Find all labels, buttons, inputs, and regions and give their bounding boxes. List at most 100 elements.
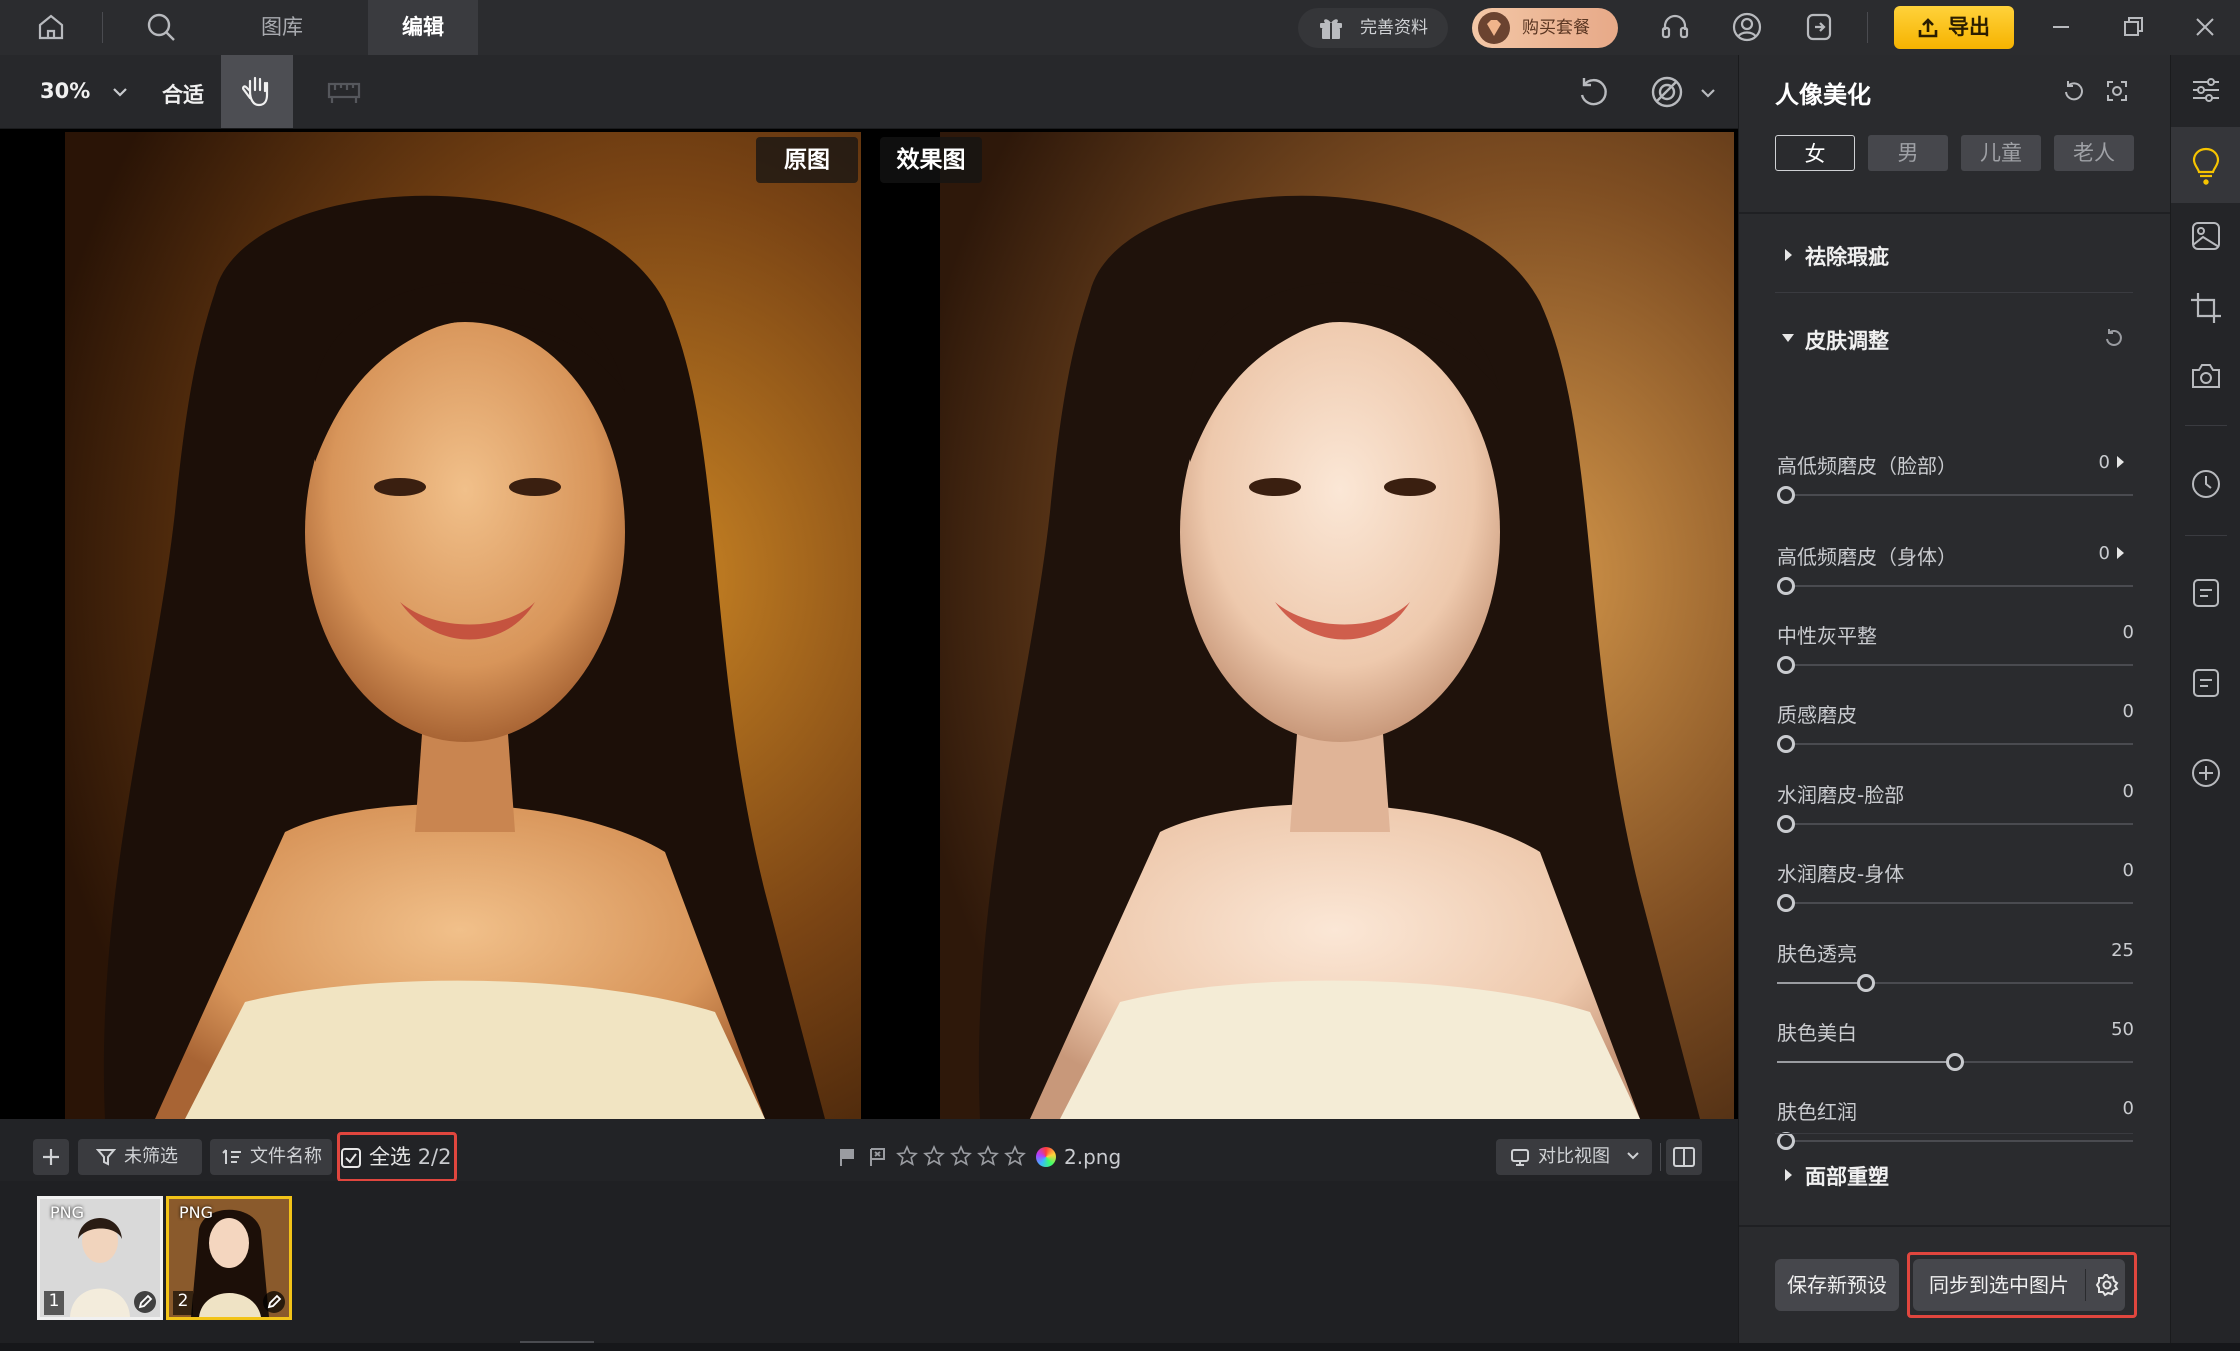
- minimize-icon[interactable]: [2044, 10, 2078, 44]
- slider-track[interactable]: [1777, 486, 2133, 504]
- expand-arrow-icon[interactable]: [2115, 455, 2125, 469]
- history-clock-icon[interactable]: [2189, 467, 2223, 501]
- slider-value[interactable]: 0: [2123, 701, 2134, 722]
- divider: [1660, 1143, 1661, 1171]
- slider-track[interactable]: [1777, 577, 2133, 595]
- buy-plan-button[interactable]: 购买套餐: [1472, 8, 1618, 48]
- reset-icon[interactable]: [2103, 327, 2125, 349]
- overlay-compare-icon[interactable]: [1648, 73, 1686, 111]
- save-preset-button[interactable]: 保存新预设: [1775, 1259, 1899, 1311]
- adjust-sliders-icon[interactable]: [2189, 73, 2223, 107]
- slider-knob[interactable]: [1777, 894, 1795, 912]
- hand-tool-button[interactable]: [221, 55, 293, 128]
- image-canvas[interactable]: 原图 效果图: [0, 129, 1738, 1119]
- add-image-button[interactable]: [33, 1139, 69, 1175]
- home-icon[interactable]: [34, 10, 68, 44]
- thumbnail[interactable]: PNG 1: [37, 1196, 163, 1320]
- portrait-tool-active[interactable]: [2171, 127, 2240, 203]
- slider-track[interactable]: [1777, 1132, 2133, 1150]
- slider-value[interactable]: 0: [2123, 781, 2134, 802]
- child-tab[interactable]: 儿童: [1961, 135, 2041, 171]
- slider-value[interactable]: 0: [2123, 622, 2134, 643]
- elder-tab[interactable]: 老人: [2054, 135, 2134, 171]
- diamond-icon: [1478, 12, 1510, 44]
- face-detect-icon[interactable]: [2105, 79, 2129, 103]
- buy-plan-label: 购买套餐: [1522, 18, 1590, 38]
- camera-icon[interactable]: [2189, 359, 2223, 393]
- highlight-select-all: [337, 1132, 457, 1182]
- thumbnail-format: PNG: [179, 1203, 214, 1222]
- slider-label: 质感磨皮: [1777, 703, 1857, 727]
- star-icon[interactable]: [896, 1145, 918, 1169]
- slider-track[interactable]: [1777, 1053, 2133, 1071]
- slider-knob[interactable]: [1777, 486, 1795, 504]
- view-mode-select[interactable]: 对比视图: [1496, 1139, 1652, 1175]
- star-icon[interactable]: [950, 1145, 972, 1169]
- slider-value[interactable]: 0: [2123, 1098, 2134, 1119]
- star-icon[interactable]: [1004, 1145, 1026, 1169]
- chevron-down-icon[interactable]: [1700, 87, 1716, 99]
- user-icon[interactable]: [1730, 10, 1764, 44]
- search-icon[interactable]: [144, 10, 178, 44]
- divider: [2185, 425, 2227, 426]
- star-icon[interactable]: [977, 1145, 999, 1169]
- tab-library[interactable]: 图库: [238, 0, 326, 55]
- complete-profile-button[interactable]: 完善资料: [1298, 8, 1448, 48]
- slider-knob[interactable]: [1777, 735, 1795, 753]
- preset-list-icon-2[interactable]: [2189, 666, 2223, 700]
- crop-icon[interactable]: [2189, 291, 2223, 325]
- slider-knob[interactable]: [1777, 577, 1795, 595]
- add-circle-icon[interactable]: [2189, 756, 2223, 790]
- close-icon[interactable]: [2188, 10, 2222, 44]
- section-skin[interactable]: 皮肤调整: [1805, 325, 1889, 355]
- slider-track[interactable]: [1777, 656, 2133, 674]
- color-label-icon[interactable]: [1036, 1147, 1056, 1167]
- support-headset-icon[interactable]: [1658, 10, 1692, 44]
- zoom-select[interactable]: 30%: [40, 79, 128, 103]
- image-enhance-icon[interactable]: [2189, 219, 2223, 253]
- undo-rotate-icon[interactable]: [1574, 73, 1612, 111]
- gender-male-tab[interactable]: 男: [1868, 135, 1948, 171]
- preset-list-icon[interactable]: [2189, 576, 2223, 610]
- slider-value[interactable]: 25: [2111, 940, 2134, 961]
- thumbnail-selected[interactable]: PNG 2: [166, 1196, 292, 1320]
- slider-track[interactable]: [1777, 974, 2133, 992]
- slider-value[interactable]: 0: [2099, 543, 2110, 564]
- star-icon[interactable]: [923, 1145, 945, 1169]
- slider-label: 肤色透亮: [1777, 942, 1857, 966]
- filter-button[interactable]: 未筛选: [78, 1139, 202, 1175]
- flag-icon[interactable]: [838, 1147, 856, 1167]
- original-image: [65, 132, 861, 1119]
- slider-knob[interactable]: [1777, 1132, 1795, 1150]
- section-blemish[interactable]: 祛除瑕疵: [1805, 241, 1889, 271]
- slider-label: 肤色美白: [1777, 1021, 1857, 1045]
- slider-value[interactable]: 50: [2111, 1019, 2134, 1040]
- slider-track[interactable]: [1777, 894, 2133, 912]
- slider-knob[interactable]: [1777, 815, 1795, 833]
- chevron-down-icon: [112, 86, 128, 98]
- reset-icon[interactable]: [2061, 79, 2085, 103]
- bottom-bar: 未筛选 文件名称 全选 2/2 2.png 对比视图: [0, 1119, 1738, 1182]
- slider-track[interactable]: [1777, 815, 2133, 833]
- sort-button[interactable]: 文件名称: [210, 1139, 332, 1175]
- fit-button[interactable]: 合适: [162, 79, 204, 109]
- gender-female-tab[interactable]: 女: [1775, 135, 1855, 171]
- slider-knob[interactable]: [1857, 974, 1875, 992]
- export-button[interactable]: 导出: [1894, 6, 2014, 49]
- section-face-reshape[interactable]: 面部重塑: [1805, 1161, 1889, 1191]
- slider-track[interactable]: [1777, 735, 2133, 753]
- tab-edit[interactable]: 编辑: [368, 0, 478, 55]
- split-view-button[interactable]: [1666, 1139, 1702, 1175]
- slider-value[interactable]: 0: [2123, 860, 2134, 881]
- expand-arrow-icon[interactable]: [2115, 546, 2125, 560]
- reject-flag-icon[interactable]: [868, 1147, 886, 1167]
- restore-icon[interactable]: [2116, 10, 2150, 44]
- caret-down-icon: [1781, 333, 1795, 343]
- slider-knob[interactable]: [1946, 1053, 1964, 1071]
- slider-label: 高低频磨皮（身体）: [1777, 545, 1957, 569]
- divider: [1775, 1133, 2133, 1134]
- logout-icon[interactable]: [1802, 10, 1836, 44]
- slider-knob[interactable]: [1777, 656, 1795, 674]
- slider-value[interactable]: 0: [2099, 452, 2110, 473]
- star-rating[interactable]: [896, 1145, 1026, 1169]
